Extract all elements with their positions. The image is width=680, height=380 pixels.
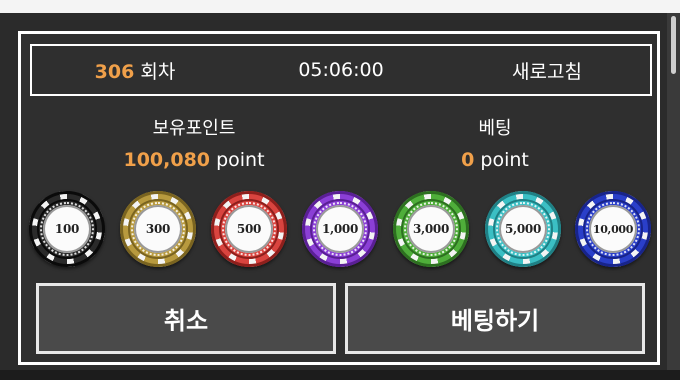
chip-3000[interactable]: 3,000 xyxy=(393,191,469,267)
chip-value: 10,000 xyxy=(592,222,634,236)
bet-amount-value: 0 point xyxy=(345,146,645,174)
chip-500[interactable]: 500 xyxy=(211,191,287,267)
chip-value: 3,000 xyxy=(412,222,450,236)
bet-amount: 베팅 0 point xyxy=(345,116,645,174)
chip-value: 100 xyxy=(54,222,80,236)
chip-300[interactable]: 300 xyxy=(120,191,196,267)
chip-value: 1,000 xyxy=(321,222,359,236)
round-indicator: 306 회차 xyxy=(32,57,238,84)
chip-face: 300 xyxy=(134,205,182,253)
round-info-bar: 306 회차 05:06:00 새로고침 xyxy=(30,44,652,96)
bet-amount-unit: point xyxy=(480,149,529,171)
bet-amount-number: 0 xyxy=(461,149,475,171)
bet-amount-label: 베팅 xyxy=(478,118,512,139)
chip-value: 300 xyxy=(145,222,171,236)
chip-face: 100 xyxy=(43,205,91,253)
countdown-timer: 05:06:00 xyxy=(298,59,384,81)
chip-100[interactable]: 100 xyxy=(29,191,105,267)
scrollbar-thumb[interactable] xyxy=(671,16,676,74)
points-amount: 100,080 xyxy=(123,149,211,171)
chip-10000[interactable]: 10,000 xyxy=(575,191,651,267)
refresh-button[interactable]: 새로고침 xyxy=(444,57,650,84)
points-balance-label: 보유포인트 xyxy=(152,118,236,139)
chip-face: 10,000 xyxy=(589,205,637,253)
round-unit: 회차 xyxy=(140,60,176,83)
points-balance-value: 100,080 point xyxy=(44,146,344,174)
chip-value: 5,000 xyxy=(504,222,542,236)
chip-face: 5,000 xyxy=(499,205,547,253)
chip-face: 500 xyxy=(225,205,273,253)
chip-face: 3,000 xyxy=(407,205,455,253)
chip-face: 1,000 xyxy=(316,205,364,253)
chip-value: 500 xyxy=(236,222,262,236)
chip-5000[interactable]: 5,000 xyxy=(485,191,561,267)
top-bar xyxy=(0,0,680,13)
points-unit: point xyxy=(216,149,265,171)
cancel-button[interactable]: 취소 xyxy=(36,283,336,354)
points-balance: 보유포인트 100,080 point xyxy=(44,116,344,174)
round-number: 306 xyxy=(94,60,135,83)
bottom-strip xyxy=(0,370,680,380)
place-bet-button[interactable]: 베팅하기 xyxy=(345,283,645,354)
chip-1000[interactable]: 1,000 xyxy=(302,191,378,267)
